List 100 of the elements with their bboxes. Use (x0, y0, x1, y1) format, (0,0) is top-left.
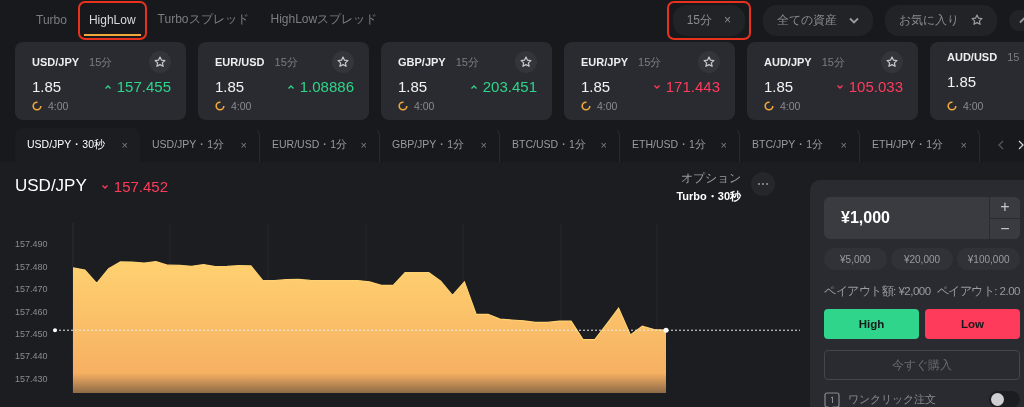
favorite-button[interactable] (149, 51, 171, 73)
quick-amount-button[interactable]: ¥20,000 (890, 248, 954, 270)
period-label: 15分 (821, 54, 845, 70)
asset-card[interactable]: GBP/JPY 15分 1.85 203.451 4:00 (381, 42, 552, 120)
asset-tab[interactable]: BTC/JPY・1分 × (740, 128, 860, 162)
close-tab-button[interactable]: × (600, 139, 607, 151)
favorite-button[interactable] (881, 51, 903, 73)
asset-tab[interactable]: ETH/JPY・1分 × (860, 128, 980, 162)
tab-label: ETH/USD・1分 (632, 138, 706, 152)
asset-card[interactable]: AUD/JPY 15分 1.85 105.033 4:00 (747, 42, 918, 120)
star-icon (886, 56, 898, 68)
timer-label: 4:00 (597, 100, 618, 112)
y-tick-label: 157.440 (15, 351, 48, 362)
timer-icon (32, 101, 42, 111)
one-click-toggle[interactable] (989, 391, 1020, 407)
timer-label: 4:00 (780, 100, 801, 112)
pair-name: EUR/USD (215, 56, 265, 68)
price-value: 1.08886 (299, 78, 354, 95)
close-tab-button[interactable]: × (480, 139, 487, 151)
price-value: 157.455 (116, 78, 171, 95)
pair-name: AUD/USD (947, 51, 998, 63)
tab-label: BTC/USD・1分 (512, 138, 586, 152)
price-value: 105.033 (848, 78, 903, 95)
favorite-button[interactable] (332, 51, 354, 73)
asset-tab[interactable]: USD/JPY・1分 × (140, 128, 260, 162)
market-tab[interactable]: Turbo (31, 4, 72, 36)
close-tab-button[interactable]: × (720, 139, 727, 151)
one-click-label: ワンクリック注文 (848, 392, 936, 407)
quick-amount-button[interactable]: ¥100,000 (957, 248, 1020, 270)
y-tick-label: 157.480 (15, 261, 48, 272)
chevron-right-icon[interactable] (1018, 140, 1024, 150)
tab-label: EUR/USD・1分 (272, 138, 348, 152)
timer-icon (764, 101, 774, 111)
period-label: 15 (1007, 51, 1020, 63)
tab-label: USD/JPY・1分 (152, 138, 225, 152)
one-click-icon (824, 391, 840, 407)
payout-rate: 1.85 (947, 73, 977, 90)
price-value: 171.443 (665, 78, 720, 95)
price-value: 203.451 (482, 78, 537, 95)
timer-label: 4:00 (48, 100, 69, 112)
asset-dropdown[interactable]: 全ての資産 (763, 4, 873, 36)
high-button[interactable]: High (824, 309, 919, 339)
tab-label: GBP/JPY・1分 (392, 138, 465, 152)
low-button[interactable]: Low (925, 309, 1020, 339)
more-button[interactable] (751, 172, 775, 196)
caret-down-icon (100, 183, 109, 190)
duration-filter-chip[interactable]: 15分 × (672, 4, 745, 36)
close-tab-button[interactable]: × (240, 139, 247, 151)
payout-rate: 1.85 (398, 78, 428, 95)
caret-up-icon (469, 83, 478, 90)
market-tab[interactable]: HighLow (83, 4, 141, 36)
period-label: 15分 (89, 54, 113, 70)
timer-icon (947, 101, 957, 111)
option-value: Turbo・30秒 (676, 189, 741, 204)
caret-up-icon (103, 83, 112, 90)
tab-label: ETH/JPY・1分 (872, 138, 943, 152)
asset-tab[interactable]: GBP/JPY・1分 × (380, 128, 500, 162)
pair-name: USD/JPY (32, 56, 80, 68)
star-icon (971, 14, 983, 26)
asset-card[interactable]: USD/JPY 15分 1.85 157.455 4:00 (15, 42, 186, 120)
close-tab-button[interactable]: × (840, 139, 847, 151)
timer-icon (581, 101, 591, 111)
payout-rate: 1.85 (215, 78, 245, 95)
asset-card[interactable]: AUD/USD 15 1.85 4:00 (930, 42, 1024, 120)
favorite-button[interactable] (698, 51, 720, 73)
pair-name: AUD/JPY (764, 56, 812, 68)
quick-amount-button[interactable]: ¥5,000 (824, 248, 887, 270)
market-tab[interactable]: HighLowスプレッド (265, 3, 383, 37)
star-icon (337, 56, 349, 68)
favorite-button[interactable] (515, 51, 537, 73)
asset-tab[interactable]: BTC/USD・1分 × (500, 128, 620, 162)
asset-tab[interactable]: EUR/USD・1分 × (260, 128, 380, 162)
asset-card[interactable]: EUR/JPY 15分 1.85 171.443 4:00 (564, 42, 735, 120)
decrement-button[interactable]: − (990, 217, 1020, 239)
star-icon (520, 56, 532, 68)
timer-icon (398, 101, 408, 111)
favorites-filter[interactable]: お気に入り (885, 4, 997, 36)
asset-card[interactable]: EUR/USD 15分 1.85 1.08886 4:00 (198, 42, 369, 120)
close-tab-button[interactable]: × (960, 139, 967, 151)
asset-tab[interactable]: USD/JPY・30秒 × (15, 128, 140, 162)
timer-icon (215, 101, 225, 111)
close-tab-button[interactable]: × (121, 139, 128, 151)
chevron-left-icon[interactable] (998, 140, 1004, 150)
timer-label: 4:00 (963, 100, 984, 112)
y-tick-label: 157.430 (15, 373, 48, 384)
payout-rate: ペイアウト: 2.00 (936, 284, 1020, 299)
amount-field[interactable]: ¥1,000 + − (824, 197, 1020, 239)
y-tick-label: 157.490 (15, 239, 48, 250)
more-icon (757, 182, 769, 186)
market-tab[interactable]: Turboスプレッド (152, 3, 254, 37)
y-tick-label: 157.460 (15, 306, 48, 317)
asset-tab[interactable]: ETH/USD・1分 × (620, 128, 740, 162)
caret-up-icon (286, 83, 295, 90)
pair-name: GBP/JPY (398, 56, 446, 68)
timer-label: 4:00 (231, 100, 252, 112)
period-label: 15分 (274, 54, 298, 70)
caret-down-icon (652, 83, 661, 90)
tab-label: BTC/JPY・1分 (752, 138, 823, 152)
close-tab-button[interactable]: × (360, 139, 367, 151)
payout-rate: 1.85 (32, 78, 62, 95)
